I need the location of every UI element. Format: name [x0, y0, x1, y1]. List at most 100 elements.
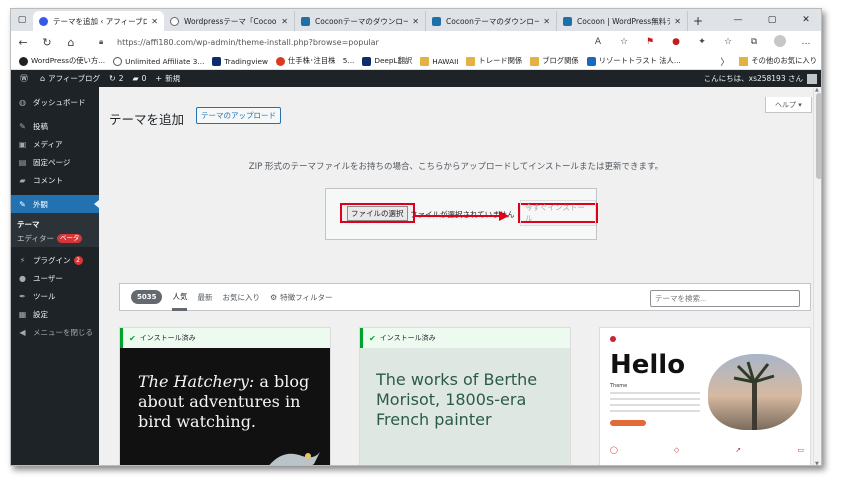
- theme-search-input[interactable]: [650, 290, 800, 307]
- profile-avatar[interactable]: [767, 34, 793, 50]
- bookmark-label: ブログ関係: [542, 56, 579, 65]
- tab-close-icon[interactable]: ✕: [151, 17, 158, 26]
- filter-latest[interactable]: 最新: [197, 283, 212, 311]
- submenu-editor[interactable]: エディター ベータ: [11, 231, 99, 245]
- comment-icon: ▰: [19, 175, 26, 185]
- tab-close-icon[interactable]: ✕: [674, 17, 681, 26]
- install-now-button[interactable]: 今すぐインストール: [518, 200, 598, 226]
- updates-icon: ↻: [108, 74, 116, 83]
- theme-card[interactable]: Hello Theme ◯ ◇ ➚ ▭: [599, 327, 811, 465]
- settings-icon: ▦: [18, 309, 27, 319]
- menu-label: ダッシュボード: [33, 97, 86, 107]
- submenu-themes[interactable]: テーマ: [11, 217, 99, 231]
- tab-close-icon[interactable]: ✕: [543, 17, 550, 26]
- collapse-icon: ◀: [19, 327, 26, 337]
- bookmark-item[interactable]: DeepL翻訳: [362, 56, 412, 66]
- bookmark-item[interactable]: Unlimited Affiliate 3...: [113, 56, 205, 66]
- menu-media[interactable]: ▣ メディア: [11, 135, 99, 153]
- menu-comments[interactable]: ▰ コメント: [11, 171, 99, 189]
- bookmark-folder[interactable]: HAWAII: [420, 56, 458, 66]
- scrollbar-thumb[interactable]: [816, 93, 821, 179]
- screenshot-subtitle: Theme: [610, 383, 628, 389]
- bookmark-folder[interactable]: ブログ関係: [530, 56, 579, 66]
- new-tab-button[interactable]: +: [688, 11, 708, 31]
- collections-icon[interactable]: ⧉: [741, 37, 767, 47]
- theme-card[interactable]: ✔ インストール済み The Hatchery: a blog about adv…: [119, 327, 331, 465]
- folder-icon: [530, 56, 540, 66]
- submenu-label: テーマ: [17, 219, 40, 229]
- page-scrollbar[interactable]: ▲ ▼: [813, 87, 821, 465]
- globe-icon: [170, 16, 179, 26]
- menu-pages[interactable]: ▤ 固定ページ: [11, 153, 99, 171]
- bookmark-item[interactable]: リゾートトラスト 法人...: [586, 56, 681, 66]
- extension-record-icon[interactable]: ●: [663, 37, 689, 47]
- more-menu-icon[interactable]: …: [793, 37, 819, 47]
- bookmark-item[interactable]: 仕手株･注目株 5...: [276, 56, 354, 66]
- bookmark-label: Unlimited Affiliate 3...: [125, 56, 205, 66]
- menu-label: プラグイン: [33, 255, 71, 265]
- filter-favorites[interactable]: お気に入り: [222, 283, 260, 311]
- plugin-icon: ⚡: [19, 255, 26, 265]
- menu-settings[interactable]: ▦ 設定: [11, 305, 99, 323]
- updates-menu[interactable]: ↻ 2: [109, 74, 123, 83]
- browser-tab-1[interactable]: テーマを追加 ‹ アフィーブログ — ✕: [33, 11, 164, 31]
- url-text: https://affi180.com/wp-admin/theme-insta…: [117, 37, 379, 47]
- browser-tab-2[interactable]: Wordpressテーマ「Cocoon」の ✕: [164, 11, 295, 31]
- extensions-icon[interactable]: ✦: [689, 37, 715, 47]
- scroll-down-icon[interactable]: ▼: [815, 461, 819, 465]
- comments-menu[interactable]: ▰ 0: [132, 74, 146, 83]
- brush-icon: ✎: [19, 199, 26, 209]
- tab-close-icon[interactable]: ✕: [412, 17, 419, 26]
- menu-users[interactable]: ● ユーザー: [11, 269, 99, 287]
- appearance-submenu: テーマ エディター ベータ: [11, 213, 99, 247]
- favorites-icon[interactable]: ☆: [715, 37, 741, 47]
- reload-button[interactable]: ↻: [35, 31, 59, 53]
- menu-tools[interactable]: ✒ ツール: [11, 287, 99, 305]
- browser-tab-3[interactable]: Cocoonテーマのダウンロード | Co ✕: [295, 11, 426, 31]
- url-field[interactable]: 🔒︎ https://affi180.com/wp-admin/theme-in…: [93, 33, 653, 51]
- read-aloud-icon[interactable]: A: [585, 37, 611, 47]
- collapse-menu-button[interactable]: ◀ メニューを閉じる: [11, 323, 99, 341]
- avatar: [807, 73, 817, 84]
- minimize-button[interactable]: —: [721, 9, 755, 31]
- upload-description: ZIP 形式のテーマファイルをお持ちの場合、こちらからアップロードしてインストー…: [248, 162, 664, 172]
- browser-tab-4[interactable]: Cocoonテーマのダウンロード | Co ✕: [426, 11, 557, 31]
- new-content-menu[interactable]: + 新規: [155, 73, 180, 84]
- help-tab-button[interactable]: ヘルプ ▾: [765, 97, 812, 113]
- favorite-star-icon[interactable]: ☆: [611, 37, 637, 47]
- bookmark-label: WordPressの使い方...: [31, 56, 106, 65]
- account-menu[interactable]: こんにちは、xs258193 さん: [704, 73, 817, 84]
- chevron-right-icon[interactable]: 〉: [720, 55, 729, 68]
- other-bookmarks[interactable]: 〉 その他のお気に入り: [720, 55, 817, 68]
- menu-label: コメント: [33, 175, 63, 185]
- tab-title: Cocoonテーマのダウンロード | Co: [446, 16, 540, 26]
- tab-close-icon[interactable]: ✕: [281, 17, 288, 26]
- menu-label: 固定ページ: [33, 157, 71, 167]
- theme-card[interactable]: ✔ インストール済み The works of Berthe Morisot, 1…: [359, 327, 571, 465]
- feature-filter-button[interactable]: ⚙ 特徴フィルター: [270, 283, 333, 311]
- site-name: アフィーブログ: [48, 74, 100, 83]
- extension-flag-icon[interactable]: ⚑: [637, 37, 663, 47]
- upload-theme-button[interactable]: テーマのアップロード: [196, 107, 281, 124]
- close-window-button[interactable]: ✕: [789, 9, 821, 31]
- bookmark-item[interactable]: Tradingview: [212, 56, 268, 66]
- wp-logo-menu[interactable]: Ⓦ: [20, 73, 31, 84]
- theme-screenshot: The Hatchery: a blog about adventures in…: [120, 348, 330, 465]
- home-button[interactable]: ⌂: [59, 31, 83, 53]
- menu-posts[interactable]: ✎ 投稿: [11, 117, 99, 135]
- back-button[interactable]: ←: [11, 31, 35, 53]
- tab-actions-icon[interactable]: ▢: [11, 9, 33, 31]
- bookmark-folder[interactable]: トレード関係: [466, 56, 522, 66]
- maximize-button[interactable]: ▢: [755, 9, 789, 31]
- site-name-menu[interactable]: ⌂ アフィーブログ: [40, 73, 100, 84]
- menu-dashboard[interactable]: ◍ ダッシュボード: [11, 93, 99, 111]
- menu-plugins[interactable]: ⚡ プラグイン 2: [11, 251, 99, 269]
- filter-popular[interactable]: 人気: [172, 283, 188, 311]
- bookmark-item[interactable]: WordPressの使い方...: [19, 56, 105, 66]
- tab-title: Cocoon | WordPress無料テー: [577, 16, 670, 26]
- bookmark-icon: [19, 56, 28, 66]
- browser-tab-5[interactable]: Cocoon | WordPress無料テー ✕: [557, 11, 688, 31]
- tab-strip: ▢ テーマを追加 ‹ アフィーブログ — ✕ Wordpressテーマ「Coco…: [11, 9, 821, 31]
- browser-toolbar-icons: A ☆ ⚑ ● ✦ ☆ ⧉ …: [585, 31, 819, 53]
- menu-appearance[interactable]: ✎ 外観: [11, 195, 99, 213]
